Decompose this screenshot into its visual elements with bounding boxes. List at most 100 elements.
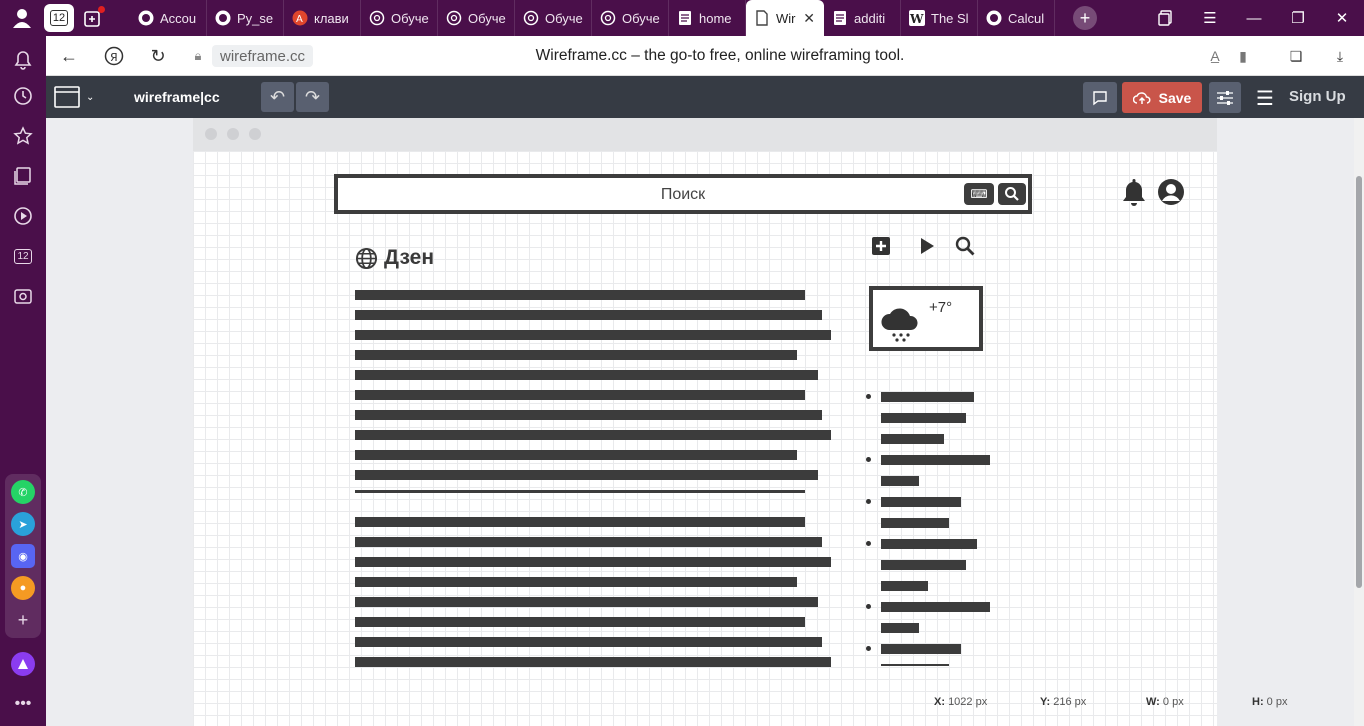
close-tab-icon[interactable]: ✕ xyxy=(803,10,815,27)
list-item xyxy=(881,560,966,570)
list-item xyxy=(881,664,949,666)
wf-bullet-list xyxy=(865,390,1005,666)
tab-learning-4[interactable]: Обуче xyxy=(592,0,669,36)
workspace-scrollbar[interactable] xyxy=(1354,118,1364,726)
download-icon[interactable]: ⤓ xyxy=(1328,44,1352,68)
wf-weather-widget[interactable]: +7° xyxy=(869,286,983,351)
list-bullet xyxy=(866,457,871,462)
wireframe-canvas[interactable]: Поиск ⌨ Дзен +7° xyxy=(193,118,1217,726)
signup-link[interactable]: Sign Up xyxy=(1289,88,1346,105)
frame-window-bar xyxy=(193,118,1217,151)
wf-brand-name: Дзен xyxy=(384,246,435,269)
wikipedia-icon: W xyxy=(909,10,925,26)
text-line xyxy=(355,537,822,547)
list-item xyxy=(881,623,919,633)
wf-search-placeholder: Поиск xyxy=(660,186,706,203)
translate-icon[interactable]: A̲ xyxy=(1203,44,1227,68)
yandex-icon[interactable]: Я xyxy=(102,44,126,68)
collections-icon[interactable] xyxy=(11,164,35,188)
url-field[interactable]: wireframe.cc xyxy=(212,45,314,67)
github-icon xyxy=(986,10,1002,26)
search-icon[interactable] xyxy=(998,183,1026,205)
list-bullet xyxy=(866,541,871,546)
bell-icon[interactable] xyxy=(1121,177,1147,207)
save-button[interactable]: Save xyxy=(1122,82,1202,113)
back-arrow-icon[interactable]: ← xyxy=(57,44,81,68)
alice-assistant-icon[interactable] xyxy=(11,652,35,676)
hamburger-menu-icon[interactable]: ☰ xyxy=(1256,86,1274,111)
keyboard-icon[interactable]: ⌨ xyxy=(964,183,994,205)
text-line xyxy=(355,330,831,340)
tab-additional[interactable]: additi xyxy=(824,0,901,36)
browser-menu-icon[interactable]: ☰ xyxy=(1188,0,1232,36)
tab-github-calc[interactable]: Calcul xyxy=(978,0,1055,36)
redo-button[interactable]: ↷ xyxy=(296,82,329,112)
weather-temperature: +7° xyxy=(929,299,953,316)
scrollbar-thumb[interactable] xyxy=(1356,176,1362,588)
undo-button[interactable]: ↶ xyxy=(261,82,294,112)
tab-github-py[interactable]: Py_se xyxy=(207,0,284,36)
text-line xyxy=(355,637,822,647)
tab-wikipedia[interactable]: W The Sl xyxy=(901,0,978,36)
reload-icon[interactable]: ↻ xyxy=(146,44,170,68)
user-avatar-icon[interactable] xyxy=(1157,178,1185,206)
list-bullet xyxy=(866,604,871,609)
video-icon[interactable] xyxy=(11,204,35,228)
text-line xyxy=(355,370,818,380)
add-messenger-icon[interactable]: + xyxy=(11,608,35,632)
lock-icon: 🔒︎ xyxy=(194,48,202,63)
w-readout: W: 0 px xyxy=(1146,696,1184,708)
tab-learning-3[interactable]: Обуче xyxy=(515,0,592,36)
whatsapp-icon[interactable]: ✆ xyxy=(11,480,35,504)
wf-search-box[interactable]: Поиск ⌨ xyxy=(334,174,1032,214)
text-line xyxy=(355,450,797,460)
tab-wireframe-active[interactable]: Wir ✕ xyxy=(746,0,824,36)
app-logo[interactable]: wireframe|cc xyxy=(134,89,220,105)
tab-collections-icon[interactable] xyxy=(1144,0,1188,36)
new-tab-notification-icon[interactable] xyxy=(78,4,108,32)
discord-icon[interactable]: ◉ xyxy=(11,544,35,568)
browser-tab-bar: 12 Accou Py_se A клави Обуче Обуче Обуче… xyxy=(0,0,1364,36)
doc-icon xyxy=(677,10,693,26)
restore-window-icon[interactable]: ❐ xyxy=(1276,0,1320,36)
list-item xyxy=(881,434,944,444)
star-icon[interactable] xyxy=(11,124,35,148)
minimize-window-icon[interactable]: — xyxy=(1232,0,1276,36)
list-bullet xyxy=(866,394,871,399)
tab-learning-1[interactable]: Обуче xyxy=(361,0,438,36)
list-item xyxy=(881,581,928,591)
profile-icon[interactable] xyxy=(0,0,44,36)
doc-icon xyxy=(832,10,848,26)
bookmark-icon[interactable]: ▮ xyxy=(1231,44,1255,68)
messengers-panel: ✆ ➤ ◉ ● + xyxy=(5,474,41,638)
tab-keyboard[interactable]: A клави xyxy=(284,0,361,36)
app-icon: A xyxy=(292,10,308,26)
tab-home[interactable]: home xyxy=(669,0,746,36)
text-line xyxy=(355,410,822,420)
settings-button[interactable] xyxy=(1209,82,1241,113)
history-icon[interactable] xyxy=(11,84,35,108)
tabs-counter-icon[interactable]: 12 xyxy=(11,244,35,268)
play-icon[interactable] xyxy=(917,236,937,256)
page-type-dropdown[interactable]: ⌄ xyxy=(54,84,102,110)
tab-github-account[interactable]: Accou xyxy=(130,0,207,36)
tab-learning-2[interactable]: Обуче xyxy=(438,0,515,36)
list-item xyxy=(881,497,961,507)
new-tab-button[interactable]: + xyxy=(1073,6,1097,30)
openai-icon xyxy=(523,10,539,26)
chat-app-icon[interactable]: ● xyxy=(11,576,35,600)
reader-mode-icon[interactable]: ❏ xyxy=(1284,44,1308,68)
globe-icon xyxy=(355,247,378,269)
list-item xyxy=(881,644,961,654)
comment-button[interactable] xyxy=(1083,82,1117,113)
search-icon[interactable] xyxy=(955,236,975,256)
pinned-tab-counter[interactable]: 12 xyxy=(44,4,74,32)
wf-brand: Дзен xyxy=(355,246,434,270)
bell-icon[interactable] xyxy=(11,48,35,72)
close-window-icon[interactable]: ✕ xyxy=(1320,0,1364,36)
plus-square-icon[interactable] xyxy=(871,236,891,256)
svg-text:A: A xyxy=(296,14,303,25)
screenshot-icon[interactable] xyxy=(11,284,35,308)
telegram-icon[interactable]: ➤ xyxy=(11,512,35,536)
more-icon[interactable]: ••• xyxy=(11,692,35,716)
